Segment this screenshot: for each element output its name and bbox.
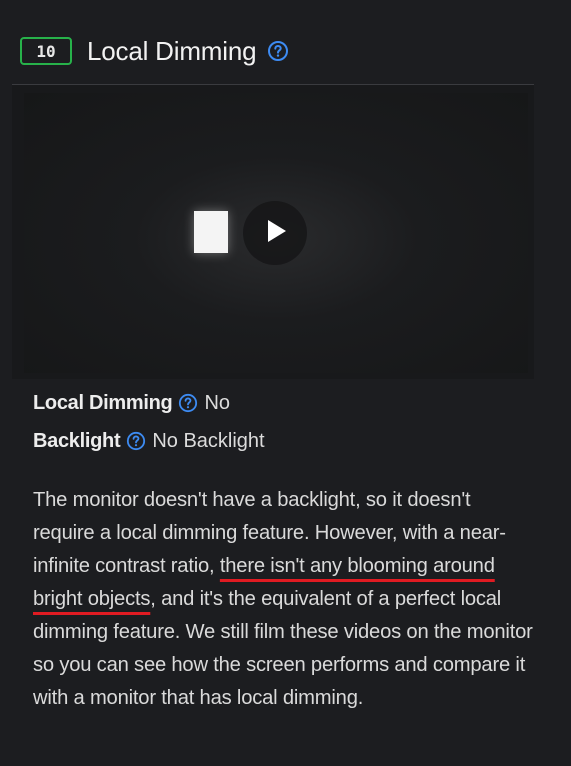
play-icon xyxy=(260,216,290,251)
spec-value: No xyxy=(204,391,231,414)
spec-row-local-dimming: Local Dimming No xyxy=(33,388,265,418)
question-circle-icon[interactable] xyxy=(126,431,146,451)
spec-label: Local Dimming xyxy=(33,391,173,414)
spec-list: Local Dimming No Backlight No Backlight xyxy=(33,388,265,464)
play-button[interactable] xyxy=(243,201,307,265)
question-circle-icon[interactable] xyxy=(267,40,289,62)
section-title: Local Dimming xyxy=(87,35,257,66)
video-player[interactable] xyxy=(12,85,534,379)
spec-row-backlight: Backlight No Backlight xyxy=(33,426,265,456)
score-badge: 10 xyxy=(20,37,72,65)
spec-value: No Backlight xyxy=(152,429,265,452)
description-text: The monitor doesn't have a backlight, so… xyxy=(33,484,533,715)
bright-square-test-pattern xyxy=(194,211,228,253)
section-header: 10 Local Dimming xyxy=(20,34,289,68)
question-circle-icon[interactable] xyxy=(178,393,198,413)
spec-label: Backlight xyxy=(33,429,121,452)
